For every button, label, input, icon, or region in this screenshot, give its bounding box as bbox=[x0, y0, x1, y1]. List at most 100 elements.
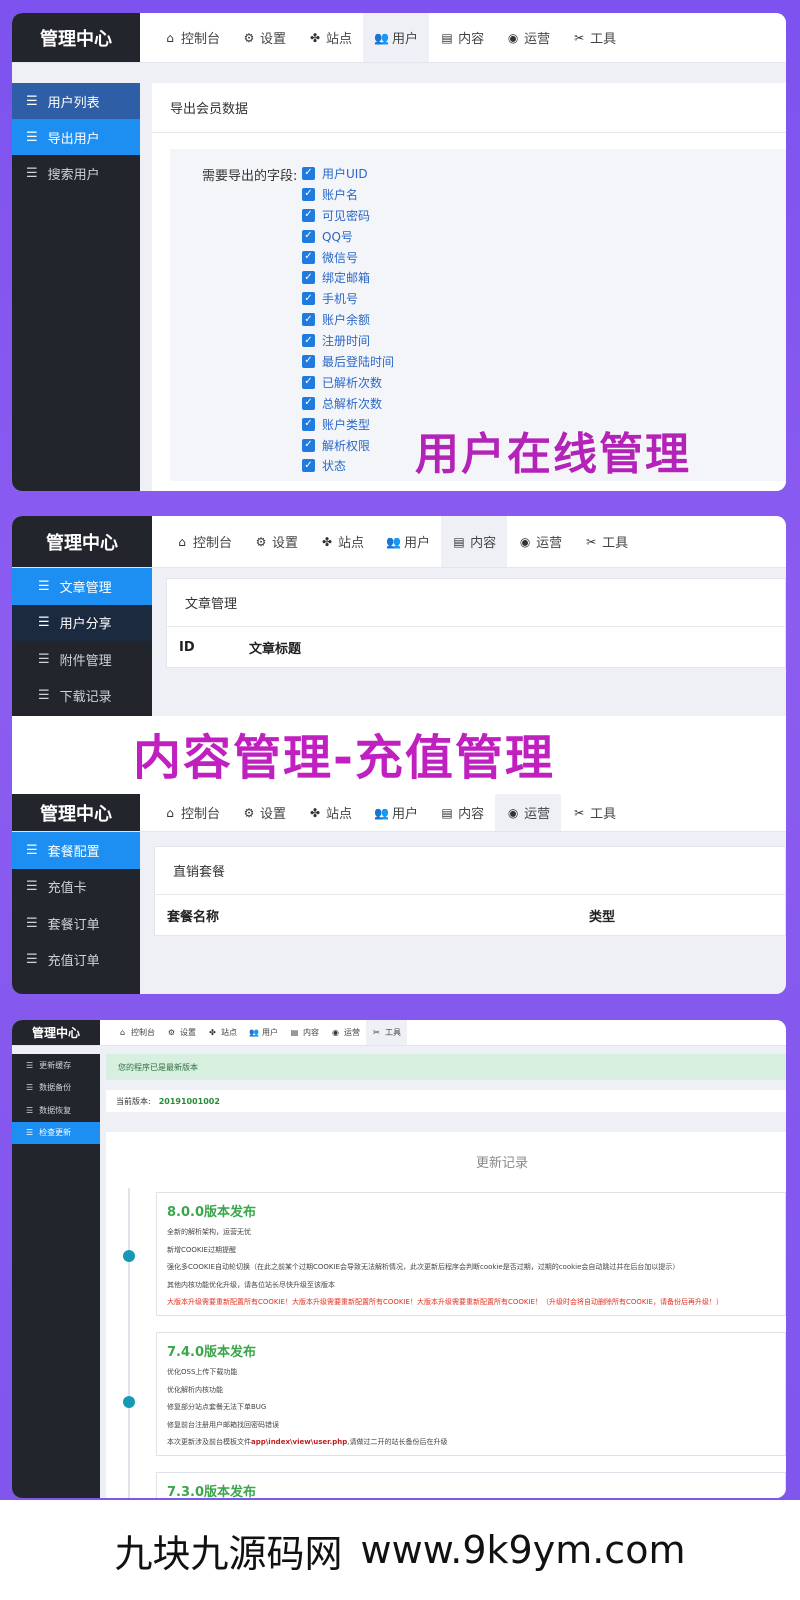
entry-warning: 大版本升级需要重新配置所有COOKIE！大版本升级需要重新配置所有COOKIE！… bbox=[167, 1298, 723, 1306]
tab-home[interactable]: ⌂ 控制台 bbox=[152, 13, 231, 62]
checkbox-checked-icon[interactable]: ✓ bbox=[302, 396, 315, 410]
tab-sitemap[interactable]: ✤ 站点 bbox=[309, 516, 375, 567]
checkbox-checked-icon[interactable]: ✓ bbox=[302, 375, 315, 389]
field-checkbox[interactable]: ✓ 状态 bbox=[302, 455, 394, 476]
field-checkbox[interactable]: ✓ 手机号 bbox=[302, 288, 394, 309]
sidebar-item-recharge-cards[interactable]: ☰ 充值卡 bbox=[12, 869, 140, 906]
checkbox-checked-icon[interactable]: ✓ bbox=[302, 229, 315, 243]
field-checklist: ✓ 用户UID ✓ 账户名 ✓ 可见密码 ✓ QQ号 ✓ 微信号 ✓ 绑定邮箱 ✓ 手机号 ✓ 账户余额 ✓ 注册… bbox=[302, 163, 394, 476]
changelog-entry: 7.4.0版本发布 优化OSS上传下载功能 优化解析内核功能 修复部分站点套餐无… bbox=[156, 1332, 786, 1456]
tab-tools[interactable]: ✂ 工具 bbox=[366, 1020, 407, 1045]
tools-icon: ✂ bbox=[574, 805, 585, 820]
tab-gear[interactable]: ⚙ 设置 bbox=[231, 794, 297, 831]
checkbox-label: 总解析次数 bbox=[322, 396, 383, 411]
field-checkbox[interactable]: ✓ 已解析次数 bbox=[302, 372, 394, 393]
home-icon: ⌂ bbox=[178, 534, 186, 549]
tab-home[interactable]: ⌂ 控制台 bbox=[164, 516, 243, 567]
entry-line: 强化多COOKIE自动轮切换（在此之前某个过期COOKIE会导致无法解析情况，此… bbox=[167, 1263, 680, 1271]
tab-label: 设置 bbox=[260, 32, 287, 47]
update-content: 您的程序已是最新版本 当前版本: 20191001002 更新记录 8.0.0版… bbox=[106, 1054, 786, 1498]
field-checkbox[interactable]: ✓ 微信号 bbox=[302, 247, 394, 268]
field-checkbox[interactable]: ✓ 解析权限 bbox=[302, 435, 394, 456]
field-checkbox[interactable]: ✓ 账户类型 bbox=[302, 414, 394, 435]
checkbox-checked-icon[interactable]: ✓ bbox=[302, 354, 315, 368]
tab-sitemap[interactable]: ✤ 站点 bbox=[297, 13, 363, 62]
table-header: ID 文章标题 bbox=[167, 627, 785, 667]
field-checkbox[interactable]: ✓ 总解析次数 bbox=[302, 393, 394, 414]
checkbox-checked-icon[interactable]: ✓ bbox=[302, 271, 315, 285]
tab-users[interactable]: 👥 用户 bbox=[375, 516, 441, 567]
checkbox-checked-icon[interactable]: ✓ bbox=[302, 292, 315, 306]
tab-sitemap[interactable]: ✤ 站点 bbox=[202, 1020, 243, 1045]
field-checkbox[interactable]: ✓ 可见密码 bbox=[302, 205, 394, 226]
checkbox-label: 账户名 bbox=[322, 187, 359, 202]
checkbox-label: 解析权限 bbox=[322, 438, 371, 453]
list-icon: ☰ bbox=[26, 842, 38, 858]
field-checkbox[interactable]: ✓ 最后登陆时间 bbox=[302, 351, 394, 372]
sidebar-item-package-orders[interactable]: ☰ 套餐订单 bbox=[12, 905, 140, 942]
tab-users[interactable]: 👥 用户 bbox=[363, 13, 430, 62]
tab-gear[interactable]: ⚙ 设置 bbox=[243, 516, 309, 567]
checkbox-checked-icon[interactable]: ✓ bbox=[302, 438, 315, 452]
list-icon: ☰ bbox=[38, 688, 50, 704]
tab-document[interactable]: ▤ 内容 bbox=[441, 516, 508, 567]
tab-globe[interactable]: ◉ 运营 bbox=[507, 516, 573, 567]
tab-document[interactable]: ▤ 内容 bbox=[284, 1020, 325, 1045]
sidebar-item-search-users[interactable]: ☰ 搜索用户 bbox=[12, 155, 140, 191]
tab-tools[interactable]: ✂ 工具 bbox=[573, 516, 639, 567]
sidebar-item-user-shares[interactable]: ☰ 用户分享 bbox=[12, 604, 152, 641]
sidebar-item-check-updates[interactable]: ☰ 检查更新 bbox=[12, 1121, 100, 1144]
sidebar-item-restore[interactable]: ☰ 数据恢复 bbox=[12, 1099, 100, 1122]
field-label: 需要导出的字段: bbox=[202, 169, 298, 184]
field-checkbox[interactable]: ✓ 绑定邮箱 bbox=[302, 267, 394, 288]
tab-label: 控制台 bbox=[193, 536, 233, 551]
sidebar-item-packages[interactable]: ☰ 套餐配置 bbox=[12, 832, 140, 869]
field-checkbox[interactable]: ✓ QQ号 bbox=[302, 226, 394, 247]
tab-tools[interactable]: ✂ 工具 bbox=[561, 13, 627, 62]
sidebar-item-backup[interactable]: ☰ 数据备份 bbox=[12, 1077, 100, 1100]
tab-sitemap[interactable]: ✤ 站点 bbox=[297, 794, 363, 831]
tab-globe[interactable]: ◉ 运营 bbox=[495, 13, 561, 62]
sidebar-item-downloads[interactable]: ☰ 下载记录 bbox=[12, 678, 152, 715]
tab-label: 站点 bbox=[338, 536, 365, 551]
tab-tools[interactable]: ✂ 工具 bbox=[561, 794, 627, 831]
tab-document[interactable]: ▤ 内容 bbox=[429, 13, 495, 62]
tab-home[interactable]: ⌂ 控制台 bbox=[112, 1020, 161, 1045]
checkbox-checked-icon[interactable]: ✓ bbox=[302, 459, 315, 473]
tab-bar: ⌂ 控制台 ⚙ 设置 ✤ 站点 👥 用户 ▤ 内容 ◉ 运营 ✂ 工具 bbox=[140, 794, 627, 831]
tab-globe[interactable]: ◉ 运营 bbox=[325, 1020, 366, 1045]
users-icon: 👥 bbox=[374, 805, 389, 820]
list-icon: ☰ bbox=[38, 578, 50, 594]
checkbox-checked-icon[interactable]: ✓ bbox=[302, 166, 315, 180]
sidebar-item-articles[interactable]: ☰ 文章管理 bbox=[12, 568, 152, 605]
tab-document[interactable]: ▤ 内容 bbox=[429, 794, 495, 831]
sidebar-item-recharge-orders[interactable]: ☰ 充值订单 bbox=[12, 942, 140, 979]
checkbox-checked-icon[interactable]: ✓ bbox=[302, 313, 315, 327]
users-icon: 👥 bbox=[386, 534, 401, 549]
tab-label: 工具 bbox=[385, 1028, 401, 1037]
entry-title: 8.0.0版本发布 bbox=[167, 1205, 257, 1220]
field-checkbox[interactable]: ✓ 账户余额 bbox=[302, 309, 394, 330]
tools-panel: 管理中心 ⌂ 控制台 ⚙ 设置 ✤ 站点 👥 用户 ▤ 内容 ◉ 运营 ✂ 工具 ☰ 更新缓存 ☰ 数据备份 … bbox=[12, 1020, 786, 1498]
checkbox-checked-icon[interactable]: ✓ bbox=[302, 208, 315, 222]
tab-gear[interactable]: ⚙ 设置 bbox=[231, 13, 297, 62]
brand-title: 管理中心 bbox=[12, 1020, 100, 1045]
tab-gear[interactable]: ⚙ 设置 bbox=[161, 1020, 202, 1045]
checkbox-checked-icon[interactable]: ✓ bbox=[302, 334, 315, 348]
field-checkbox[interactable]: ✓ 账户名 bbox=[302, 184, 394, 205]
tab-users[interactable]: 👥 用户 bbox=[363, 794, 429, 831]
list-icon: ☰ bbox=[26, 1105, 34, 1115]
sidebar-item-user-list[interactable]: ☰ 用户列表 bbox=[12, 83, 140, 119]
field-checkbox[interactable]: ✓ 用户UID bbox=[302, 163, 394, 184]
sidebar-item-refresh-cache[interactable]: ☰ 更新缓存 bbox=[12, 1054, 100, 1077]
sidebar-item-export-users[interactable]: ☰ 导出用户 bbox=[12, 119, 140, 155]
field-checkbox[interactable]: ✓ 注册时间 bbox=[302, 330, 394, 351]
sidebar-item-attachments[interactable]: ☰ 附件管理 bbox=[12, 641, 152, 678]
tab-globe[interactable]: ◉ 运营 bbox=[495, 794, 562, 831]
tab-users[interactable]: 👥 用户 bbox=[243, 1020, 284, 1045]
checkbox-checked-icon[interactable]: ✓ bbox=[302, 187, 315, 201]
checkbox-checked-icon[interactable]: ✓ bbox=[302, 250, 315, 264]
checkbox-checked-icon[interactable]: ✓ bbox=[302, 417, 315, 431]
tab-home[interactable]: ⌂ 控制台 bbox=[152, 794, 231, 831]
entry-title: 7.4.0版本发布 bbox=[167, 1345, 257, 1360]
